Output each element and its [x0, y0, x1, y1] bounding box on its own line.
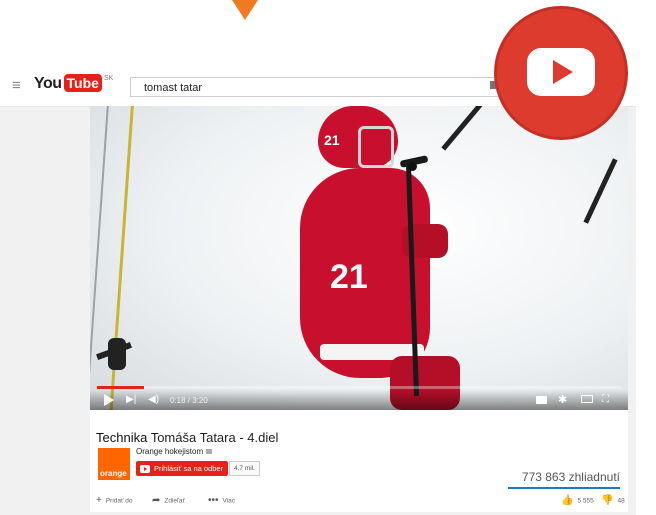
add-to-label: Pridať do — [105, 497, 133, 505]
time-display: 0:18 / 3:20 — [170, 396, 208, 405]
play-icon[interactable] — [104, 394, 114, 406]
puck — [408, 162, 417, 171]
volume-icon[interactable]: ◀) — [148, 392, 159, 408]
subscriber-count: 4,7 mil. — [229, 461, 260, 476]
channel-avatar[interactable]: orange — [98, 448, 130, 480]
player-controls: ▶| ◀) 0:18 / 3:20 ✱ ⛶ — [90, 390, 628, 410]
helmet-number: 21 — [324, 132, 340, 148]
action-bar: + Pridať do ➦ Zdieľať ••• Viac 👍 5 555 👎 48 — [96, 494, 625, 509]
share-label: Zdieľať — [164, 497, 185, 505]
helmet-cage — [358, 126, 394, 168]
search-input[interactable] — [131, 79, 494, 97]
jersey-number: 21 — [330, 258, 368, 296]
logo-country-code: SK — [103, 75, 114, 82]
like-button[interactable]: 👍 5 555 — [561, 494, 594, 509]
logo-tube-text: Tube — [63, 74, 102, 92]
gear-icon[interactable]: ✱ — [558, 392, 567, 408]
progress-bar[interactable] — [97, 386, 621, 389]
more-button[interactable]: ••• Viac — [208, 494, 235, 509]
menu-icon[interactable]: ≡ — [12, 77, 21, 94]
subscribe-button[interactable]: Prihlásiť sa na odber — [136, 461, 229, 476]
captions-icon[interactable] — [536, 396, 547, 404]
like-count: 5 555 — [577, 497, 594, 505]
youtube-badge-icon — [494, 6, 628, 140]
add-to-button[interactable]: + Pridať do — [96, 494, 133, 509]
search-box — [130, 77, 500, 97]
channel-name[interactable]: Orange hokejistom — [136, 447, 213, 456]
video-title-rest: Tomáša Tatara - 4.diel — [147, 430, 279, 445]
logo-you-text: You — [34, 75, 62, 92]
dislike-count: 48 — [617, 497, 625, 505]
pointer-arrow-icon — [232, 0, 258, 20]
more-label: Viac — [222, 497, 236, 505]
play-triangle-icon — [553, 60, 573, 84]
thumbs-down-icon: 👎 — [601, 495, 614, 506]
fullscreen-icon[interactable]: ⛶ — [602, 392, 609, 408]
background-stick — [441, 106, 484, 151]
subscribe-label: Prihlásiť sa na odber — [154, 464, 224, 473]
theater-mode-icon[interactable] — [581, 395, 593, 403]
dislike-button[interactable]: 👎 48 — [601, 494, 625, 509]
youtube-logo[interactable]: You Tube SK — [34, 74, 113, 94]
video-title: Technika Tomáša Tatara - 4.diel — [96, 430, 278, 445]
more-icon: ••• — [208, 495, 219, 506]
background-stick — [583, 158, 618, 224]
next-icon[interactable]: ▶| — [126, 392, 136, 408]
referee-figure — [94, 338, 142, 378]
video-title-bold: Technika — [96, 430, 148, 445]
video-player[interactable]: 21 21 ▶| ◀) 0:18 / 3:20 ✱ ⛶ — [90, 106, 628, 410]
progress-fill — [97, 386, 145, 389]
video-info: Technika Tomáša Tatara - 4.diel orange O… — [90, 410, 628, 512]
youtube-play-icon — [140, 465, 150, 474]
video-frame: 21 21 — [90, 106, 628, 410]
share-button[interactable]: ➦ Zdieľať — [152, 494, 185, 509]
channel-name-text: Orange hokejistom — [136, 447, 204, 456]
channel-logo-text: orange — [100, 469, 127, 478]
thumbs-up-icon: 👍 — [561, 495, 574, 506]
plus-icon: + — [96, 495, 102, 506]
verified-icon — [206, 449, 213, 455]
share-icon: ➦ — [152, 495, 161, 506]
view-count: 773 863 zhliadnutí — [521, 470, 620, 484]
youtube-badge-screen — [527, 48, 595, 96]
like-ratio-bar — [508, 487, 620, 489]
